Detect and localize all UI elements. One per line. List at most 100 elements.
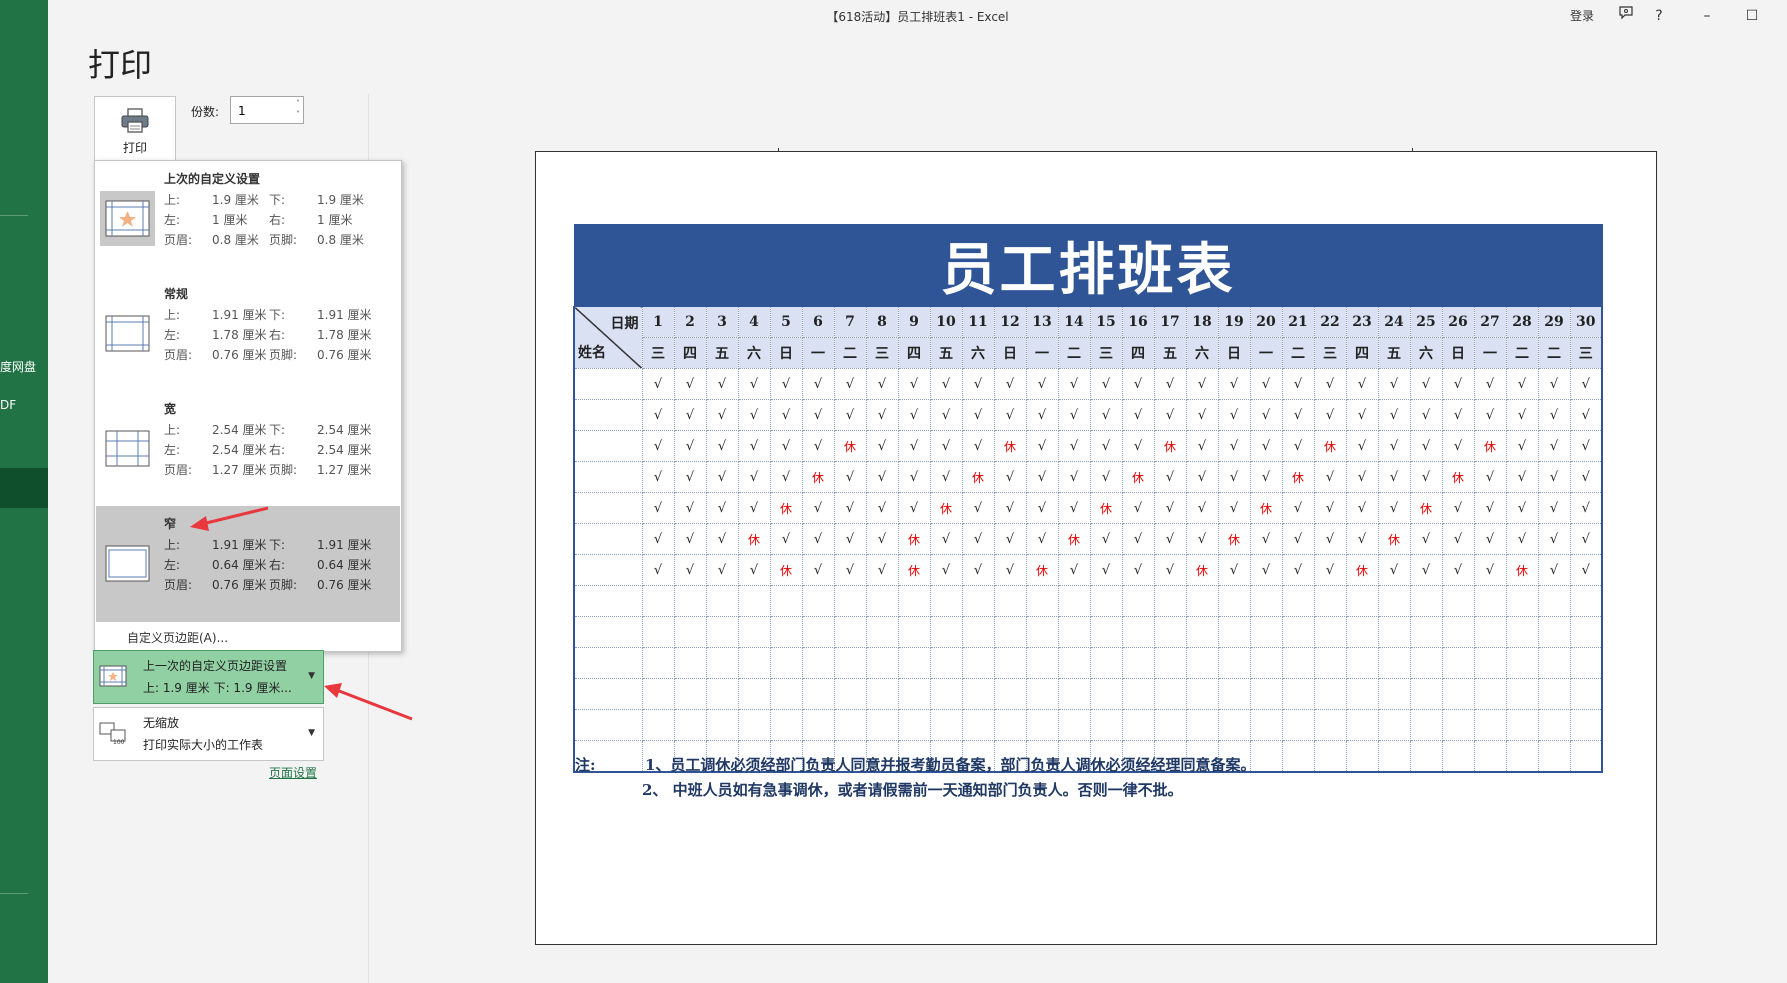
shift-cell[interactable]: [641, 647, 675, 679]
shift-cell[interactable]: [1281, 740, 1315, 773]
shift-cell[interactable]: √: [769, 461, 803, 493]
shift-cell[interactable]: √: [1441, 430, 1475, 462]
shift-cell[interactable]: [993, 678, 1027, 710]
shift-cell[interactable]: √: [1281, 554, 1315, 586]
shift-cell[interactable]: √: [1185, 399, 1219, 431]
shift-cell[interactable]: [1569, 740, 1604, 773]
shift-cell[interactable]: √: [737, 492, 771, 524]
shift-cell[interactable]: √: [737, 368, 771, 400]
shift-cell[interactable]: [865, 709, 899, 741]
shift-cell[interactable]: [705, 616, 739, 648]
shift-cell[interactable]: [1505, 709, 1539, 741]
shift-cell[interactable]: √: [929, 368, 963, 400]
shift-cell[interactable]: [1281, 585, 1315, 617]
shift-cell[interactable]: [897, 678, 931, 710]
shift-cell[interactable]: √: [1249, 368, 1283, 400]
shift-cell[interactable]: √: [961, 430, 995, 462]
shift-cell[interactable]: √: [1345, 523, 1379, 555]
shift-cell[interactable]: 休: [833, 430, 867, 462]
shift-cell[interactable]: [1217, 585, 1251, 617]
shift-cell[interactable]: √: [833, 523, 867, 555]
shift-cell[interactable]: [705, 585, 739, 617]
shift-cell[interactable]: √: [1345, 430, 1379, 462]
shift-cell[interactable]: √: [1377, 492, 1411, 524]
shift-cell[interactable]: [641, 678, 675, 710]
shift-cell[interactable]: [673, 647, 707, 679]
shift-cell[interactable]: √: [1089, 523, 1123, 555]
shift-cell[interactable]: 休: [1377, 523, 1411, 555]
shift-cell[interactable]: [1153, 678, 1187, 710]
shift-cell[interactable]: √: [897, 399, 931, 431]
shift-cell[interactable]: [865, 678, 899, 710]
shift-cell[interactable]: √: [1345, 399, 1379, 431]
shift-cell[interactable]: √: [1377, 461, 1411, 493]
shift-cell[interactable]: [833, 709, 867, 741]
shift-cell[interactable]: [1057, 709, 1091, 741]
shift-cell[interactable]: √: [897, 492, 931, 524]
shift-cell[interactable]: [897, 647, 931, 679]
shift-cell[interactable]: [897, 709, 931, 741]
shift-cell[interactable]: [1441, 585, 1475, 617]
shift-cell[interactable]: [1089, 616, 1123, 648]
shift-cell[interactable]: [993, 647, 1027, 679]
shift-cell[interactable]: [1537, 678, 1571, 710]
shift-cell[interactable]: [1217, 709, 1251, 741]
shift-cell[interactable]: [1441, 740, 1475, 773]
shift-cell[interactable]: [1473, 616, 1507, 648]
shift-cell[interactable]: √: [1057, 399, 1091, 431]
shift-cell[interactable]: [1025, 647, 1059, 679]
shift-cell[interactable]: √: [1345, 368, 1379, 400]
shift-cell[interactable]: √: [1569, 368, 1604, 400]
shift-cell[interactable]: √: [1377, 430, 1411, 462]
shift-cell[interactable]: √: [1153, 554, 1187, 586]
shift-cell[interactable]: [1537, 740, 1571, 773]
shift-cell[interactable]: √: [897, 430, 931, 462]
shift-cell[interactable]: [641, 585, 675, 617]
shift-cell[interactable]: √: [865, 430, 899, 462]
shift-cell[interactable]: [673, 709, 707, 741]
shift-cell[interactable]: √: [705, 523, 739, 555]
shift-cell[interactable]: [1473, 585, 1507, 617]
shift-cell[interactable]: [929, 616, 963, 648]
shift-cell[interactable]: [929, 678, 963, 710]
shift-cell[interactable]: 休: [1345, 554, 1379, 586]
shift-cell[interactable]: √: [1505, 523, 1539, 555]
shift-cell[interactable]: √: [1569, 523, 1604, 555]
shift-cell[interactable]: [1153, 709, 1187, 741]
shift-cell[interactable]: √: [1057, 430, 1091, 462]
shift-cell[interactable]: √: [1377, 368, 1411, 400]
shift-cell[interactable]: [865, 585, 899, 617]
shift-cell[interactable]: √: [1377, 399, 1411, 431]
shift-cell[interactable]: [801, 616, 835, 648]
shift-cell[interactable]: [1089, 678, 1123, 710]
shift-cell[interactable]: [833, 647, 867, 679]
shift-cell[interactable]: [1057, 647, 1091, 679]
shift-cell[interactable]: [865, 647, 899, 679]
shift-cell[interactable]: [929, 585, 963, 617]
shift-cell[interactable]: √: [769, 399, 803, 431]
shift-cell[interactable]: [1057, 678, 1091, 710]
shift-cell[interactable]: √: [1025, 399, 1059, 431]
employee-name-cell[interactable]: [573, 430, 643, 462]
shift-cell[interactable]: [1537, 647, 1571, 679]
shift-cell[interactable]: [1313, 678, 1347, 710]
shift-cell[interactable]: √: [673, 399, 707, 431]
shift-cell[interactable]: √: [769, 430, 803, 462]
shift-cell[interactable]: [1409, 616, 1443, 648]
shift-cell[interactable]: √: [1377, 554, 1411, 586]
shift-cell[interactable]: √: [705, 430, 739, 462]
shift-cell[interactable]: √: [1505, 368, 1539, 400]
shift-cell[interactable]: [737, 678, 771, 710]
shift-cell[interactable]: [1217, 678, 1251, 710]
shift-cell[interactable]: 休: [769, 554, 803, 586]
shift-cell[interactable]: √: [1537, 523, 1571, 555]
shift-cell[interactable]: √: [993, 523, 1027, 555]
shift-cell[interactable]: √: [1153, 368, 1187, 400]
shift-cell[interactable]: 休: [1313, 430, 1347, 462]
shift-cell[interactable]: [705, 678, 739, 710]
shift-cell[interactable]: √: [1089, 554, 1123, 586]
shift-cell[interactable]: [769, 616, 803, 648]
shift-cell[interactable]: [961, 647, 995, 679]
shift-cell[interactable]: [1473, 709, 1507, 741]
shift-cell[interactable]: [1025, 616, 1059, 648]
